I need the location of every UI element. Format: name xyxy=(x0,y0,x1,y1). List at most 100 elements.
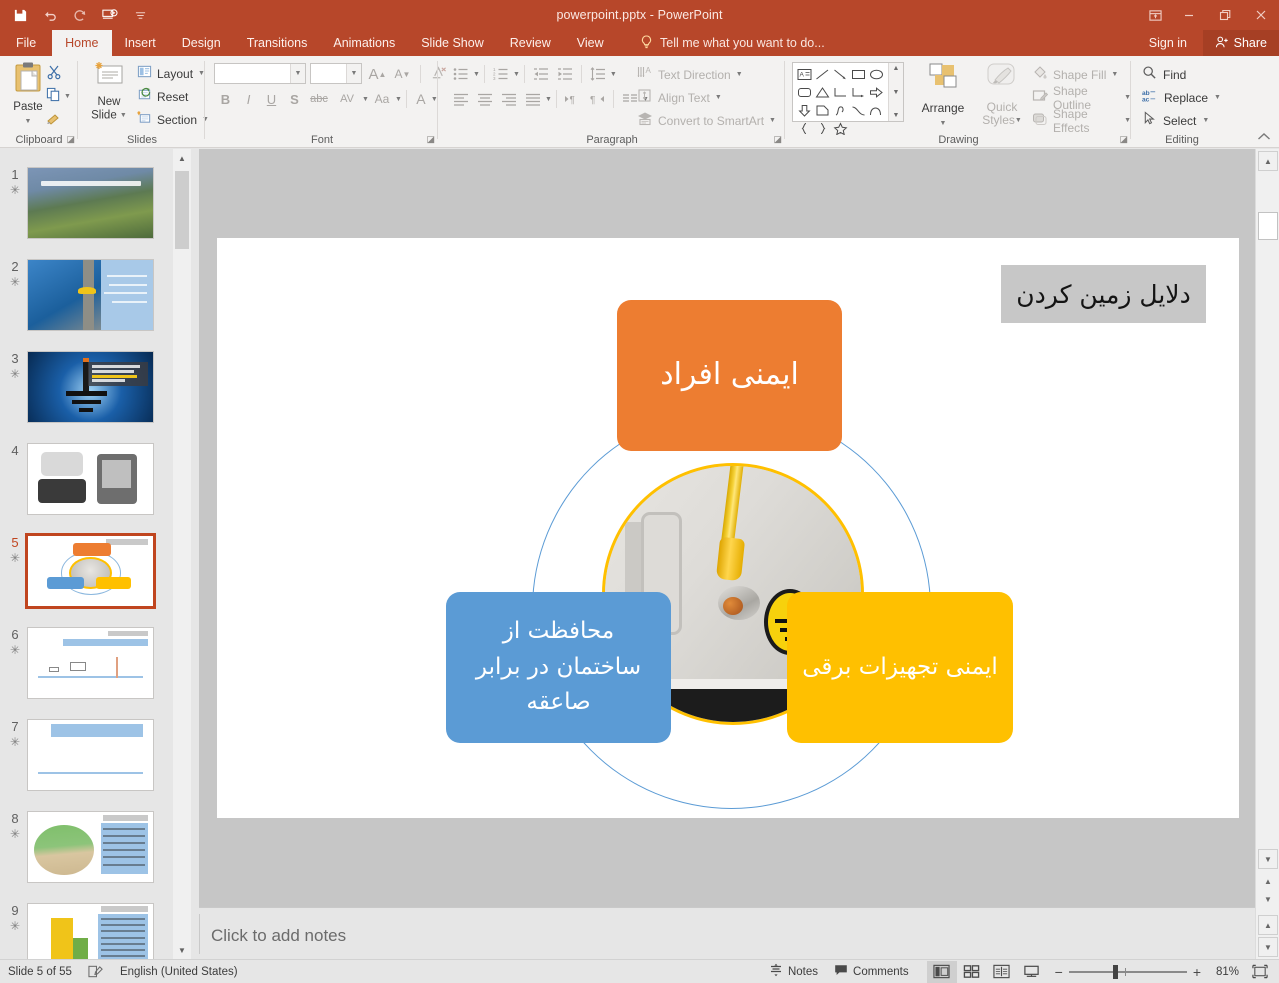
layout-button[interactable]: Layout ▼ xyxy=(137,62,209,85)
character-spacing-dropdown-icon[interactable]: ▼ xyxy=(362,96,369,103)
minimize-button[interactable] xyxy=(1171,0,1207,30)
select-button[interactable]: Select ▼ xyxy=(1142,109,1221,132)
new-slide-dropdown-icon[interactable]: ▼ xyxy=(120,109,127,122)
slide-edit-area[interactable]: دلایل زمین کردن ایمنی افراد محافظت از سا… xyxy=(199,149,1255,907)
format-painter-button[interactable] xyxy=(46,108,76,131)
notes-pane[interactable]: Click to add notes xyxy=(199,907,1255,959)
thumbnail-preview-selected[interactable] xyxy=(25,533,156,609)
replace-dropdown-icon[interactable]: ▼ xyxy=(1214,94,1221,101)
rtl-direction-button[interactable]: ¶ xyxy=(585,88,609,110)
sign-in-button[interactable]: Sign in xyxy=(1149,30,1187,56)
shapes-gallery-scroll[interactable]: ▲ ▼ ▼ xyxy=(888,63,903,121)
change-case-dropdown-icon[interactable]: ▼ xyxy=(395,96,402,103)
copy-button[interactable]: ▼ xyxy=(46,85,76,108)
rounded-rectangle-shape-icon[interactable] xyxy=(795,83,813,101)
shapes-gallery[interactable]: A ▲ ▼ ▼ xyxy=(792,62,904,135)
zoom-knob[interactable] xyxy=(1112,964,1118,979)
columns-dropdown-icon[interactable]: ▼ xyxy=(545,96,552,103)
tab-slide-show[interactable]: Slide Show xyxy=(408,30,497,56)
tab-animations[interactable]: Animations xyxy=(320,30,408,56)
right-arrow-shape-icon[interactable] xyxy=(867,83,885,101)
slide-scroll-up-icon[interactable]: ▲ xyxy=(1258,151,1278,171)
tell-me-search[interactable]: Tell me what you want to do... xyxy=(640,30,825,56)
share-button[interactable]: Share xyxy=(1202,30,1279,56)
section-button[interactable]: Section ▼ xyxy=(137,108,209,131)
numbering-dropdown-icon[interactable]: ▼ xyxy=(513,71,520,78)
callout-box-building-lightning-protection[interactable]: محافظت از ساختمان در برابر صاعقه xyxy=(446,592,671,743)
new-slide-button[interactable]: New Slide ▼ xyxy=(83,61,135,123)
smartart-dropdown-icon[interactable]: ▼ xyxy=(769,117,776,124)
align-text-button[interactable]: Align Text ▼ xyxy=(637,86,776,109)
character-spacing-button[interactable]: AV xyxy=(332,88,362,110)
line-spacing-dropdown-icon[interactable]: ▼ xyxy=(610,71,617,78)
align-right-button[interactable] xyxy=(497,88,521,110)
paste-button[interactable]: Paste ▼ xyxy=(6,61,50,131)
elbow-connector-icon[interactable] xyxy=(831,83,849,101)
rectangle-shape-icon[interactable] xyxy=(849,65,867,83)
pentagon-shape-icon[interactable] xyxy=(813,101,831,119)
font-color-button[interactable]: A xyxy=(411,88,431,110)
bold-button[interactable]: B xyxy=(214,88,237,110)
thumbnail-preview[interactable] xyxy=(27,719,154,791)
ltr-direction-button[interactable]: ¶ xyxy=(561,88,585,110)
change-case-button[interactable]: Aa xyxy=(369,88,395,110)
clipboard-dialog-launcher[interactable]: ◪ xyxy=(66,134,75,145)
slide-show-button[interactable] xyxy=(1017,961,1047,983)
slide-scrollbar-thumb[interactable] xyxy=(1258,212,1278,240)
slide-counter[interactable]: Slide 5 of 55 xyxy=(0,960,80,983)
thumbnail-pane-scrollbar[interactable]: ▲ ▼ xyxy=(173,149,191,959)
shape-effects-button[interactable]: Shape Effects ▼ xyxy=(1032,107,1131,135)
zoom-out-button[interactable]: − xyxy=(1055,964,1063,980)
bullets-button[interactable] xyxy=(449,63,473,85)
reading-view-button[interactable] xyxy=(987,961,1017,983)
notes-placeholder[interactable]: Click to add notes xyxy=(211,926,346,946)
scribble-shape-icon[interactable] xyxy=(831,101,849,119)
increase-font-size-button[interactable]: A ▲ xyxy=(366,63,389,85)
ribbon-display-options-icon[interactable] xyxy=(1139,0,1171,30)
increase-indent-button[interactable] xyxy=(553,63,577,85)
line-spacing-button[interactable] xyxy=(586,63,610,85)
font-size-input[interactable]: ▼ xyxy=(310,63,362,84)
slide-scroll-down-icon[interactable]: ▼ xyxy=(1258,849,1278,869)
elbow-arrow-connector-icon[interactable] xyxy=(849,83,867,101)
align-text-dropdown-icon[interactable]: ▼ xyxy=(715,94,722,101)
slide-area-scrollbar[interactable]: ▲ ▼ ▲ ▼ ▲ ▼ xyxy=(1255,149,1279,959)
select-dropdown-icon[interactable]: ▼ xyxy=(1202,117,1209,124)
underline-button[interactable]: U xyxy=(260,88,283,110)
zoom-slider[interactable]: − + 81% xyxy=(1047,964,1247,980)
slide-title-textbox[interactable]: دلایل زمین کردن xyxy=(1001,265,1206,323)
thumbnail-scroll-down-icon[interactable]: ▼ xyxy=(173,941,191,959)
text-direction-button[interactable]: A Text Direction ▼ xyxy=(637,63,776,86)
copy-dropdown-icon[interactable]: ▼ xyxy=(64,93,71,100)
notes-scroll-down-icon[interactable]: ▼ xyxy=(1258,937,1278,957)
arrange-button[interactable]: Arrange ▼ xyxy=(914,62,972,133)
close-button[interactable] xyxy=(1243,0,1279,30)
font-family-dropdown-icon[interactable]: ▼ xyxy=(290,64,305,83)
paragraph-dialog-launcher[interactable]: ◪ xyxy=(773,134,782,145)
tab-design[interactable]: Design xyxy=(169,30,234,56)
restore-button[interactable] xyxy=(1207,0,1243,30)
thumbnail-preview[interactable] xyxy=(27,443,154,515)
convert-to-smartart-button[interactable]: Convert to SmartArt ▼ xyxy=(637,109,776,132)
line-shape-icon[interactable] xyxy=(813,65,831,83)
font-dialog-launcher[interactable]: ◪ xyxy=(426,134,435,145)
thumbnail-preview[interactable] xyxy=(27,259,154,331)
align-center-button[interactable] xyxy=(473,88,497,110)
down-arrow-shape-icon[interactable] xyxy=(795,101,813,119)
bullets-dropdown-icon[interactable]: ▼ xyxy=(473,71,480,78)
fit-slide-to-window-button[interactable] xyxy=(1247,961,1273,983)
next-slide-icon[interactable]: ▼ xyxy=(1258,890,1278,908)
spellcheck-icon[interactable] xyxy=(80,960,112,983)
thumbnail-preview[interactable] xyxy=(27,167,154,239)
slide-canvas[interactable]: دلایل زمین کردن ایمنی افراد محافظت از سا… xyxy=(217,238,1239,818)
quick-styles-button[interactable]: Quick Styles▼ xyxy=(974,62,1030,127)
decrease-font-size-button[interactable]: A ▼ xyxy=(391,63,414,85)
tab-transitions[interactable]: Transitions xyxy=(234,30,321,56)
notes-toggle-button[interactable]: Notes xyxy=(761,960,826,983)
thumbnail-preview[interactable] xyxy=(27,351,154,423)
thumbnail-preview[interactable] xyxy=(27,627,154,699)
thumbnail-preview[interactable] xyxy=(27,811,154,883)
font-family-input[interactable]: ▼ xyxy=(214,63,306,84)
numbering-button[interactable]: 123 xyxy=(489,63,513,85)
zoom-track[interactable] xyxy=(1068,964,1187,979)
